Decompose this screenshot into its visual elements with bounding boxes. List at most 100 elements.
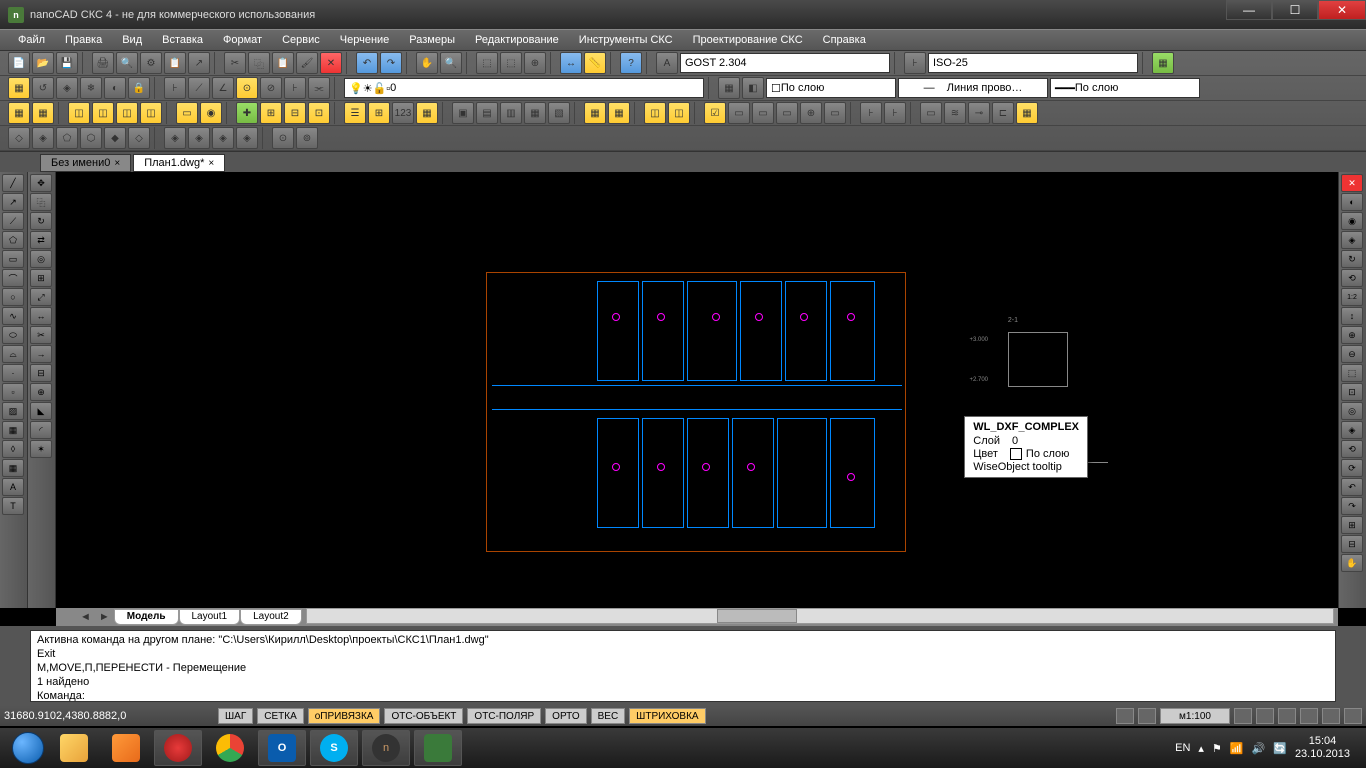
minimize-button[interactable]: —	[1226, 0, 1272, 20]
dim-angular-icon[interactable]: ∠	[212, 77, 234, 99]
extend-icon[interactable]: →	[30, 345, 52, 363]
tray-clock[interactable]: 15:04 23.10.2013	[1295, 735, 1350, 761]
trim-icon[interactable]: ✂	[30, 326, 52, 344]
sks-10-icon[interactable]: ⊞	[260, 102, 282, 124]
copy-draw-icon[interactable]: ⿻	[30, 193, 52, 211]
join-icon[interactable]: ⊕	[30, 383, 52, 401]
dim-aligned-icon[interactable]: ⟋	[188, 77, 210, 99]
table-icon[interactable]: ▦	[2, 459, 24, 477]
ellipse-icon[interactable]: ⬭	[2, 326, 24, 344]
rt-2-icon[interactable]: ◉	[1341, 212, 1363, 230]
sks-12-icon[interactable]: ⊡	[308, 102, 330, 124]
sks-8-icon[interactable]: ◉	[200, 102, 222, 124]
weight-toggle[interactable]: ВЕС	[591, 708, 626, 724]
sks-29-icon[interactable]: ▭	[776, 102, 798, 124]
dimstyle-icon[interactable]: ⊦	[904, 52, 926, 74]
rt-9-icon[interactable]: ⊖	[1341, 345, 1363, 363]
view-5-icon[interactable]: ◆	[104, 127, 126, 149]
sks-25-icon[interactable]: ◫	[668, 102, 690, 124]
menu-insert[interactable]: Вставка	[154, 31, 211, 49]
view-3-icon[interactable]: ⬠	[56, 127, 78, 149]
taskbar-skype-icon[interactable]: S	[310, 730, 358, 766]
menu-view[interactable]: Вид	[114, 31, 150, 49]
doc-tab-1[interactable]: План1.dwg*×	[133, 154, 225, 172]
new-icon[interactable]: 📄	[8, 52, 30, 74]
zoom-icon[interactable]: 🔍	[440, 52, 462, 74]
rt-10-icon[interactable]: ⬚	[1341, 364, 1363, 382]
layout-tab-model[interactable]: Модель	[114, 609, 179, 625]
drawing-canvas[interactable]: 2-1 +3.000 +2.700 2-2 WL_DXF_COMPLEX Сло…	[56, 172, 1338, 608]
sks-22-icon[interactable]: ▦	[584, 102, 606, 124]
linetype-combo[interactable]: — Линия прово…	[898, 78, 1048, 98]
redo-icon[interactable]: ↷	[380, 52, 402, 74]
view-12-icon[interactable]: ⊚	[296, 127, 318, 149]
rt-20-icon[interactable]: ✋	[1341, 554, 1363, 572]
chamfer-icon[interactable]: ◣	[30, 402, 52, 420]
menu-tools-sks[interactable]: Инструменты СКС	[571, 31, 681, 49]
menu-edit[interactable]: Правка	[57, 31, 110, 49]
rt-4-icon[interactable]: ↻	[1341, 250, 1363, 268]
rt-11-icon[interactable]: ⊡	[1341, 383, 1363, 401]
rt-1-icon[interactable]: ◐	[1341, 193, 1363, 211]
status-icon-8[interactable]	[1344, 708, 1362, 724]
tray-flag-icon[interactable]: ⚑	[1212, 742, 1222, 755]
taskbar-explorer-icon[interactable]	[50, 730, 98, 766]
view-7-icon[interactable]: ◈	[164, 127, 186, 149]
rt-17-icon[interactable]: ↷	[1341, 497, 1363, 515]
dim-diameter-icon[interactable]: ⊘	[260, 77, 282, 99]
menu-help[interactable]: Справка	[815, 31, 874, 49]
open-icon[interactable]: 📂	[32, 52, 54, 74]
break-icon[interactable]: ⊟	[30, 364, 52, 382]
cancel-icon[interactable]: ✕	[1341, 174, 1363, 192]
mtext-icon[interactable]: A	[2, 478, 24, 496]
explode-icon[interactable]: ✶	[30, 440, 52, 458]
rotate-icon[interactable]: ↻	[30, 212, 52, 230]
distance-icon[interactable]: ↔	[560, 52, 582, 74]
sks-3-icon[interactable]: ◫	[68, 102, 90, 124]
status-icon-6[interactable]	[1300, 708, 1318, 724]
layer-off-icon[interactable]: ◐	[104, 77, 126, 99]
status-icon-1[interactable]	[1116, 708, 1134, 724]
sks-11-icon[interactable]: ⊟	[284, 102, 306, 124]
layer-prev-icon[interactable]: ↺	[32, 77, 54, 99]
sks-30-icon[interactable]: ⊕	[800, 102, 822, 124]
otrack-pol-toggle[interactable]: ОТС-ПОЛЯР	[467, 708, 541, 724]
delete-icon[interactable]: ✕	[320, 52, 342, 74]
sks-17-icon[interactable]: ▣	[452, 102, 474, 124]
dim-radius-icon[interactable]: ⊙	[236, 77, 258, 99]
layout-tab-2[interactable]: Layout2	[240, 609, 302, 625]
sks-32-icon[interactable]: ⊦	[860, 102, 882, 124]
taskbar-nanocad-icon[interactable]: n	[362, 730, 410, 766]
region-icon[interactable]: ◊	[2, 440, 24, 458]
maximize-button[interactable]: ☐	[1272, 0, 1318, 20]
preview-icon[interactable]: 🔍	[116, 52, 138, 74]
sks-7-icon[interactable]: ▭	[176, 102, 198, 124]
ray-icon[interactable]: ↗	[2, 193, 24, 211]
taskbar-mediaplayer-icon[interactable]	[102, 730, 150, 766]
measure-icon[interactable]: 📏	[584, 52, 606, 74]
sks-27-icon[interactable]: ▭	[728, 102, 750, 124]
view-11-icon[interactable]: ⊙	[272, 127, 294, 149]
zoom-all-icon[interactable]: ⊕	[524, 52, 546, 74]
circle-icon[interactable]: ○	[2, 288, 24, 306]
menu-design-sks[interactable]: Проектирование СКС	[685, 31, 811, 49]
pan-icon[interactable]: ✋	[416, 52, 438, 74]
dimstyle-combo[interactable]: ISO-25	[928, 53, 1138, 73]
view-8-icon[interactable]: ◈	[188, 127, 210, 149]
offset-icon[interactable]: ◎	[30, 250, 52, 268]
language-indicator[interactable]: EN	[1175, 742, 1190, 754]
fillet-icon[interactable]: ◜	[30, 421, 52, 439]
sks-23-icon[interactable]: ▦	[608, 102, 630, 124]
grid-toggle[interactable]: СЕТКА	[257, 708, 304, 724]
copy-icon[interactable]: ⿻	[248, 52, 270, 74]
scale-icon[interactable]: ⤢	[30, 288, 52, 306]
sks-15-icon[interactable]: 123	[392, 102, 414, 124]
mirror-icon[interactable]: ⇄	[30, 231, 52, 249]
paste-icon[interactable]: 📋	[272, 52, 294, 74]
close-tab-icon[interactable]: ×	[114, 158, 120, 169]
sks-24-icon[interactable]: ◫	[644, 102, 666, 124]
menu-dimensions[interactable]: Размеры	[401, 31, 463, 49]
layer-lock-icon[interactable]: 🔒	[128, 77, 150, 99]
color-combo[interactable]: ☐ По слою	[766, 78, 896, 98]
pline-icon[interactable]: ⟋	[2, 212, 24, 230]
